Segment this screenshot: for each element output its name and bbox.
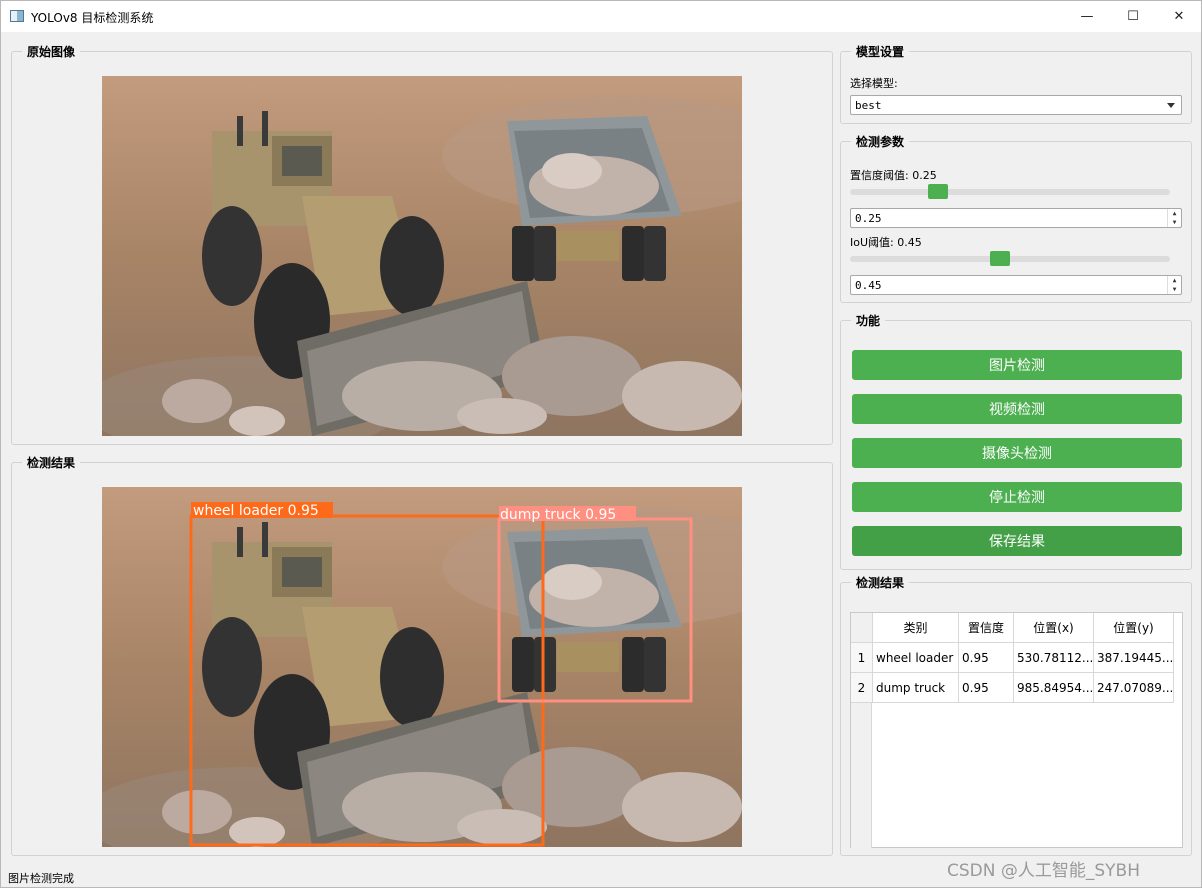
- image-detect-button[interactable]: 图片检测: [852, 350, 1182, 380]
- original-photo: [102, 76, 742, 436]
- original-image: [102, 76, 742, 436]
- spin-up-icon[interactable]: ▲: [1173, 210, 1177, 217]
- iou-slider[interactable]: [850, 251, 1170, 266]
- model-select-label: 选择模型:: [850, 77, 898, 90]
- app-icon: [10, 10, 24, 22]
- row-number[interactable]: 2: [851, 673, 873, 703]
- column-header-y[interactable]: 位置(y): [1094, 613, 1174, 643]
- close-icon: ✕: [1173, 9, 1185, 24]
- chevron-down-icon: [1167, 103, 1175, 108]
- results-table-title: 检测结果: [851, 574, 910, 591]
- result-photo: wheel loader 0.95 dump truck 0.95: [102, 487, 742, 847]
- detection-params-group: 检测参数 置信度阈值: 0.25 0.25 ▲ ▼ IoU阈值: 0.45 0.4…: [840, 133, 1192, 303]
- table-cell-x[interactable]: 985.84954...: [1014, 673, 1094, 703]
- iou-spinbox-value: 0.45: [855, 279, 882, 292]
- row-number[interactable]: 1: [851, 643, 873, 673]
- app-window: YOLOv8 目标检测系统 — ☐ ✕ 原始图像 检测结果 wheel load…: [0, 0, 1202, 888]
- spin-down-icon[interactable]: ▼: [1173, 219, 1177, 226]
- results-table-group: 检测结果 类别 置信度 位置(x) 位置(y) 1 wheel loader 0…: [840, 574, 1192, 856]
- confidence-spinbox[interactable]: 0.25 ▲ ▼: [850, 208, 1182, 228]
- iou-spinbox[interactable]: 0.45 ▲ ▼: [850, 275, 1182, 295]
- functions-title: 功能: [851, 312, 886, 329]
- table-cell-y[interactable]: 387.19445...: [1094, 643, 1174, 673]
- detection-label-dump-truck: dump truck 0.95: [500, 507, 616, 523]
- table-cell-class[interactable]: dump truck: [873, 673, 959, 703]
- model-select[interactable]: best: [850, 95, 1182, 115]
- functions-group: 功能 图片检测 视频检测 摄像头检测 停止检测 保存结果: [840, 312, 1192, 570]
- confidence-slider[interactable]: [850, 184, 1170, 199]
- spin-down-icon[interactable]: ▼: [1173, 286, 1177, 293]
- confidence-spinbox-value: 0.25: [855, 212, 882, 225]
- spin-arrows[interactable]: ▲ ▼: [1167, 209, 1181, 227]
- title-bar[interactable]: YOLOv8 目标检测系统 — ☐ ✕: [1, 1, 1201, 32]
- result-image: wheel loader 0.95 dump truck 0.95: [102, 487, 742, 847]
- column-header-class[interactable]: 类别: [873, 613, 959, 643]
- results-table[interactable]: 类别 置信度 位置(x) 位置(y) 1 wheel loader 0.95 5…: [850, 612, 1183, 848]
- result-image-title: 检测结果: [22, 454, 81, 471]
- result-image-group: 检测结果 wheel loader 0.95 dump truck 0.95: [11, 454, 833, 856]
- save-results-button[interactable]: 保存结果: [852, 526, 1182, 556]
- video-detect-button[interactable]: 视频检测: [852, 394, 1182, 424]
- model-settings-title: 模型设置: [851, 43, 910, 60]
- model-settings-group: 模型设置 选择模型: best: [840, 43, 1192, 124]
- original-image-group: 原始图像: [11, 43, 833, 445]
- watermark: CSDN @人工智能_SYBH: [947, 861, 1140, 881]
- table-cell-confidence[interactable]: 0.95: [959, 643, 1014, 673]
- camera-detect-button[interactable]: 摄像头检测: [852, 438, 1182, 468]
- table-cell-x[interactable]: 530.78112...: [1014, 643, 1094, 673]
- column-header-confidence[interactable]: 置信度: [959, 613, 1014, 643]
- confidence-threshold-label: 置信度阈值: 0.25: [850, 169, 937, 182]
- maximize-icon: ☐: [1127, 9, 1139, 24]
- spin-up-icon[interactable]: ▲: [1173, 277, 1177, 284]
- minimize-icon: —: [1080, 9, 1094, 24]
- table-corner: [851, 613, 873, 643]
- column-header-x[interactable]: 位置(x): [1014, 613, 1094, 643]
- confidence-slider-handle[interactable]: [928, 184, 948, 199]
- spin-arrows[interactable]: ▲ ▼: [1167, 276, 1181, 294]
- detection-label-wheel-loader: wheel loader 0.95: [193, 503, 319, 519]
- iou-slider-handle[interactable]: [990, 251, 1010, 266]
- stop-detect-button[interactable]: 停止检测: [852, 482, 1182, 512]
- detection-params-title: 检测参数: [851, 133, 910, 150]
- maximize-button[interactable]: ☐: [1110, 1, 1156, 32]
- table-cell-confidence[interactable]: 0.95: [959, 673, 1014, 703]
- table-cell-y[interactable]: 247.07089...: [1094, 673, 1174, 703]
- status-bar-text: 图片检测完成: [8, 872, 74, 885]
- model-select-value: best: [855, 99, 882, 112]
- window-title: YOLOv8 目标检测系统: [31, 11, 154, 25]
- iou-threshold-label: IoU阈值: 0.45: [850, 236, 922, 249]
- minimize-button[interactable]: —: [1064, 1, 1110, 32]
- close-button[interactable]: ✕: [1156, 1, 1202, 32]
- row-header-fill: [851, 703, 872, 848]
- original-image-title: 原始图像: [22, 43, 81, 60]
- table-cell-class[interactable]: wheel loader: [873, 643, 959, 673]
